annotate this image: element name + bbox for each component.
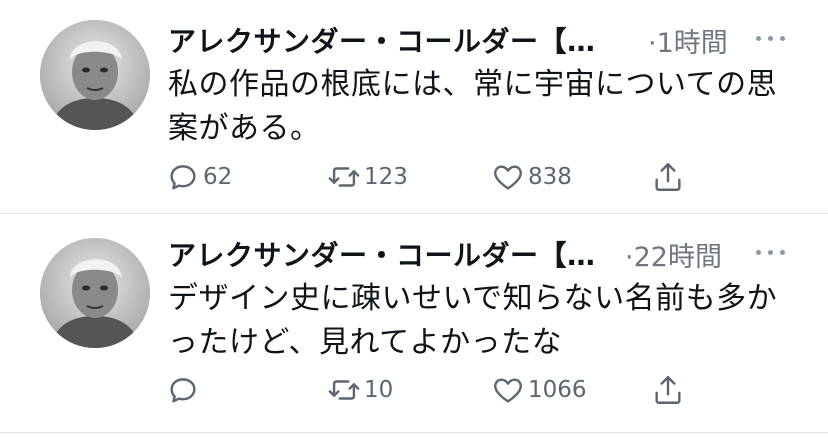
retweet-count: 123 [364, 164, 408, 190]
like-button[interactable]: 1066 [491, 373, 587, 407]
reply-button[interactable]: 62 [166, 160, 232, 194]
reply-icon [170, 378, 196, 403]
heart-icon [494, 378, 522, 403]
share-icon [655, 163, 681, 191]
author-name[interactable]: アレクサンダー・コールダー【… [168, 20, 596, 60]
more-dots-icon[interactable] [756, 33, 786, 43]
heart-icon [494, 165, 522, 190]
retweet-button[interactable]: 10 [327, 373, 393, 407]
retweet-icon [328, 380, 360, 400]
share-icon [655, 376, 681, 404]
tweet-1[interactable]: アレクサンダー・コールダー【… ·1時間 私の作品の根底には、常に宇宙についての… [0, 0, 828, 214]
timestamp[interactable]: ·22時間 [625, 235, 722, 274]
like-count: 838 [528, 164, 572, 190]
avatar[interactable] [40, 20, 150, 130]
share-button[interactable] [651, 373, 685, 407]
reply-button[interactable] [166, 373, 203, 407]
tweet-text: デザイン史に疎いせいで知らない名前も多かったけど、見れてよかったな [168, 281, 778, 360]
reply-icon [170, 165, 196, 190]
author-name[interactable]: アレクサンダー・コールダー【… [168, 234, 596, 274]
retweet-count: 10 [364, 377, 394, 403]
timestamp[interactable]: ·1時間 [648, 21, 728, 60]
retweet-icon [328, 167, 360, 187]
like-button[interactable]: 838 [491, 160, 572, 194]
reply-count: 62 [203, 164, 233, 190]
tweet-text: 私の作品の根底には、常に宇宙についての思案がある。 [168, 67, 778, 146]
tweet-2[interactable]: アレクサンダー・コールダー【… ·22時間 デザイン史に疎いせいで知らない名前も… [0, 214, 828, 433]
avatar[interactable] [40, 238, 150, 348]
more-dots-icon[interactable] [756, 247, 786, 257]
retweet-button[interactable]: 123 [327, 160, 408, 194]
share-button[interactable] [651, 160, 685, 194]
like-count: 1066 [528, 377, 587, 403]
